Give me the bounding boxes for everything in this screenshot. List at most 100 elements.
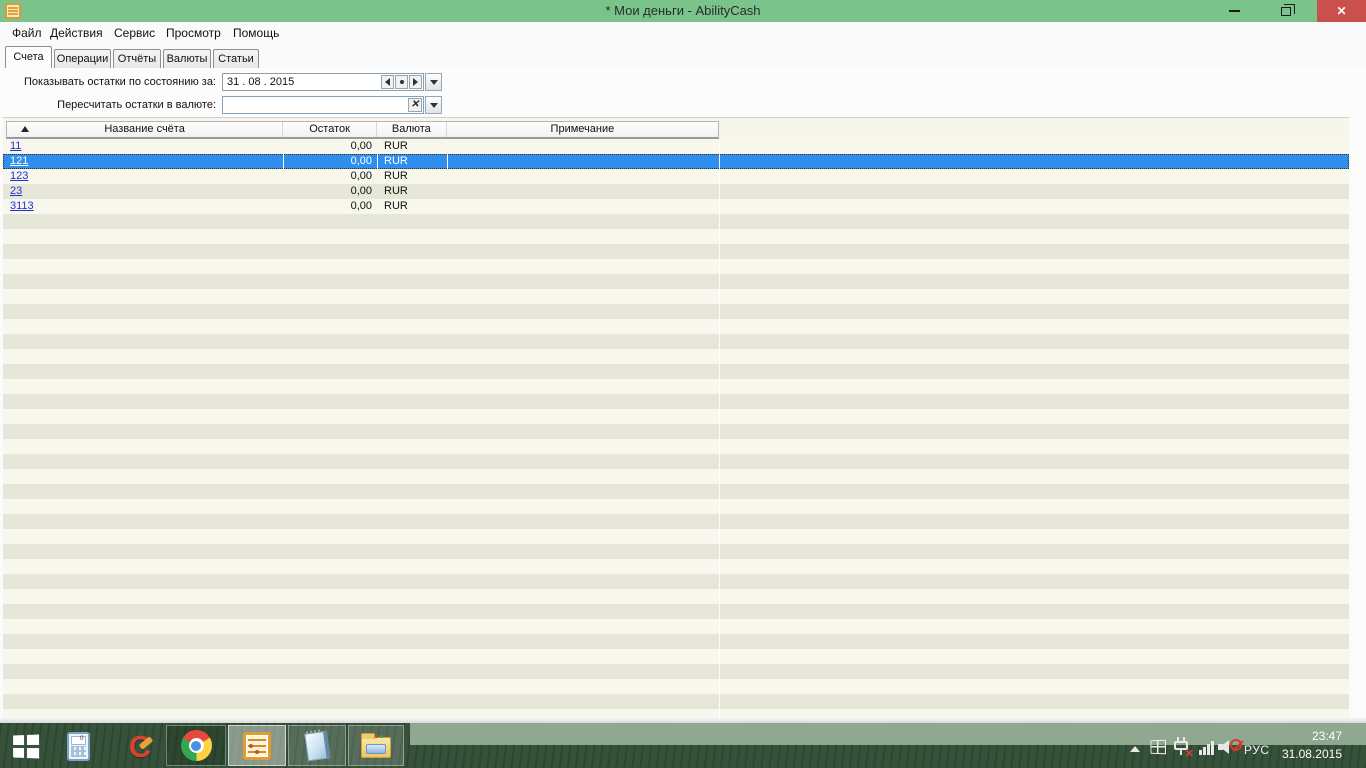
table-row[interactable] — [3, 349, 1349, 364]
menu-help[interactable]: Помощь — [229, 22, 283, 45]
table-row[interactable] — [3, 559, 1349, 574]
menu-actions[interactable]: Действия — [46, 22, 107, 45]
table-row[interactable] — [3, 334, 1349, 349]
chrome-icon — [181, 730, 212, 761]
table-row[interactable]: 230,00RUR — [3, 184, 1349, 199]
table-row[interactable] — [3, 244, 1349, 259]
table-row[interactable] — [3, 649, 1349, 664]
table-row[interactable] — [3, 469, 1349, 484]
table-row[interactable] — [3, 289, 1349, 304]
tab-reports[interactable]: Отчёты — [113, 49, 161, 68]
volume-button[interactable] — [1218, 738, 1242, 756]
signal-bars-icon — [1199, 750, 1202, 755]
account-link[interactable]: 11 — [10, 140, 21, 152]
table-row[interactable]: 1230,00RUR — [3, 169, 1349, 184]
table-row[interactable] — [3, 484, 1349, 499]
table-row[interactable]: 31130,00RUR — [3, 199, 1349, 214]
taskbar-ccleaner-button[interactable]: C — [118, 728, 162, 764]
taskbar-abilitycash-button[interactable] — [228, 725, 286, 766]
table-row[interactable] — [3, 214, 1349, 229]
taskbar-calculator-button[interactable] — [58, 729, 98, 763]
table-row[interactable] — [3, 304, 1349, 319]
tab-currencies[interactable]: Валюты — [163, 49, 211, 68]
menu-view[interactable]: Просмотр — [162, 22, 225, 45]
date-step-back-button[interactable] — [381, 75, 394, 89]
table-row[interactable] — [3, 379, 1349, 394]
table-row[interactable] — [3, 619, 1349, 634]
menu-file[interactable]: Файл — [8, 22, 46, 45]
currency-clear-button[interactable]: ✕ — [408, 98, 422, 112]
network-disconnected-icon: ✕ — [1171, 737, 1191, 757]
table-row[interactable] — [3, 394, 1349, 409]
account-link[interactable]: 123 — [10, 170, 28, 182]
date-input[interactable]: 31 . 08 . 2015 — [222, 73, 424, 91]
table-row[interactable] — [3, 634, 1349, 649]
titlebar: * Мои деньги - AbilityCash ✕ — [0, 0, 1366, 22]
table-row[interactable] — [3, 664, 1349, 679]
table-row[interactable] — [3, 364, 1349, 379]
language-indicator[interactable]: РУС — [1244, 742, 1270, 758]
account-link[interactable]: 3113 — [10, 200, 34, 212]
date-current-button[interactable] — [395, 75, 408, 89]
table-row[interactable] — [3, 679, 1349, 694]
table-row[interactable] — [3, 229, 1349, 244]
taskbar-notepad-button[interactable] — [288, 725, 346, 766]
table-row[interactable] — [3, 709, 1349, 718]
tab-categories[interactable]: Статьи — [213, 49, 259, 68]
table-row[interactable] — [3, 544, 1349, 559]
column-header-currency[interactable]: Валюта — [377, 122, 447, 137]
date-step-forward-button[interactable] — [409, 75, 422, 89]
column-header-balance[interactable]: Остаток — [283, 122, 377, 137]
table-row[interactable]: 121 0,00RUR — [3, 154, 1349, 169]
table-row[interactable] — [3, 274, 1349, 289]
account-balance: 0,00 — [283, 139, 377, 154]
table-row[interactable] — [3, 319, 1349, 334]
table-row[interactable] — [3, 604, 1349, 619]
start-button[interactable] — [8, 732, 42, 760]
table-row[interactable] — [3, 454, 1349, 469]
desktop: * Мои деньги - AbilityCash ✕ Файл Действ… — [0, 0, 1366, 768]
table-row[interactable] — [3, 574, 1349, 589]
account-balance: 0,00 — [283, 154, 377, 169]
close-icon: ✕ — [1336, 5, 1346, 17]
account-table-body: 110,00RUR1210,00RUR1230,00RUR230,00RUR31… — [3, 139, 1349, 718]
account-link[interactable]: 121 — [10, 155, 28, 167]
notepad-icon — [304, 730, 331, 761]
table-row[interactable]: 110,00RUR — [3, 139, 1349, 154]
account-link[interactable]: 23 — [10, 185, 22, 197]
date-filter-label: Показывать остатки по состоянию за: — [0, 73, 216, 91]
account-balance: 0,00 — [283, 184, 377, 199]
minimize-icon — [1229, 10, 1240, 12]
taskbar-clock[interactable]: 23:47 31.08.2015 — [1282, 727, 1342, 763]
hidden-icons-button[interactable] — [1128, 744, 1142, 754]
tab-operations[interactable]: Операции — [54, 49, 111, 68]
network-status-button[interactable]: ✕ — [1170, 736, 1192, 758]
currency-dropdown-button[interactable] — [425, 96, 442, 114]
tab-accounts[interactable]: Счета — [5, 46, 52, 68]
table-row[interactable] — [3, 694, 1349, 709]
dot-icon — [400, 80, 404, 84]
table-row[interactable] — [3, 514, 1349, 529]
minimize-button[interactable] — [1210, 0, 1258, 22]
table-row[interactable] — [3, 409, 1349, 424]
column-header-note[interactable]: Примечание — [447, 122, 718, 137]
restore-button[interactable] — [1262, 0, 1310, 22]
table-row[interactable] — [3, 439, 1349, 454]
taskbar-chrome-button[interactable] — [166, 725, 226, 766]
taskbar-explorer-button[interactable] — [348, 725, 404, 766]
date-dropdown-button[interactable] — [425, 73, 442, 91]
table-row[interactable] — [3, 259, 1349, 274]
action-center-button[interactable] — [1148, 738, 1168, 756]
sort-ascending-icon — [21, 126, 29, 132]
menu-service[interactable]: Сервис — [110, 22, 159, 45]
table-row[interactable] — [3, 589, 1349, 604]
table-row[interactable] — [3, 499, 1349, 514]
account-note — [447, 169, 719, 184]
column-header-name[interactable]: Название счёта — [7, 122, 283, 137]
close-button[interactable]: ✕ — [1317, 0, 1366, 22]
currency-input[interactable]: ✕ — [222, 96, 424, 114]
signal-status-button[interactable] — [1196, 740, 1216, 755]
table-row[interactable] — [3, 529, 1349, 544]
account-currency: RUR — [377, 154, 447, 169]
table-row[interactable] — [3, 424, 1349, 439]
